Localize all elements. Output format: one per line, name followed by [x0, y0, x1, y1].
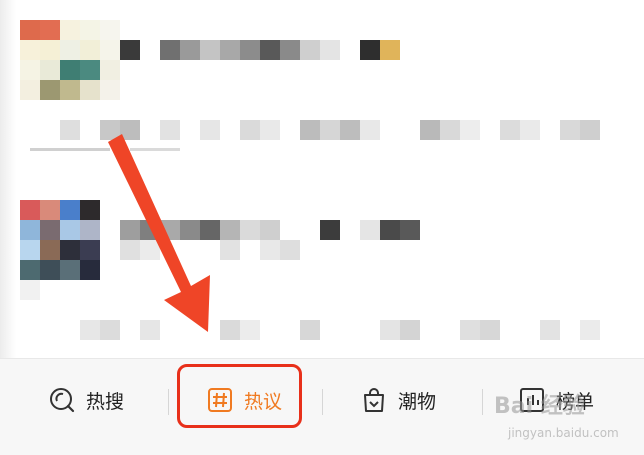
watermark-logo: Bai 经验 [494, 394, 585, 419]
annotation-arrow [108, 134, 210, 332]
watermark-url: jingyan.baidu.com [508, 426, 619, 440]
